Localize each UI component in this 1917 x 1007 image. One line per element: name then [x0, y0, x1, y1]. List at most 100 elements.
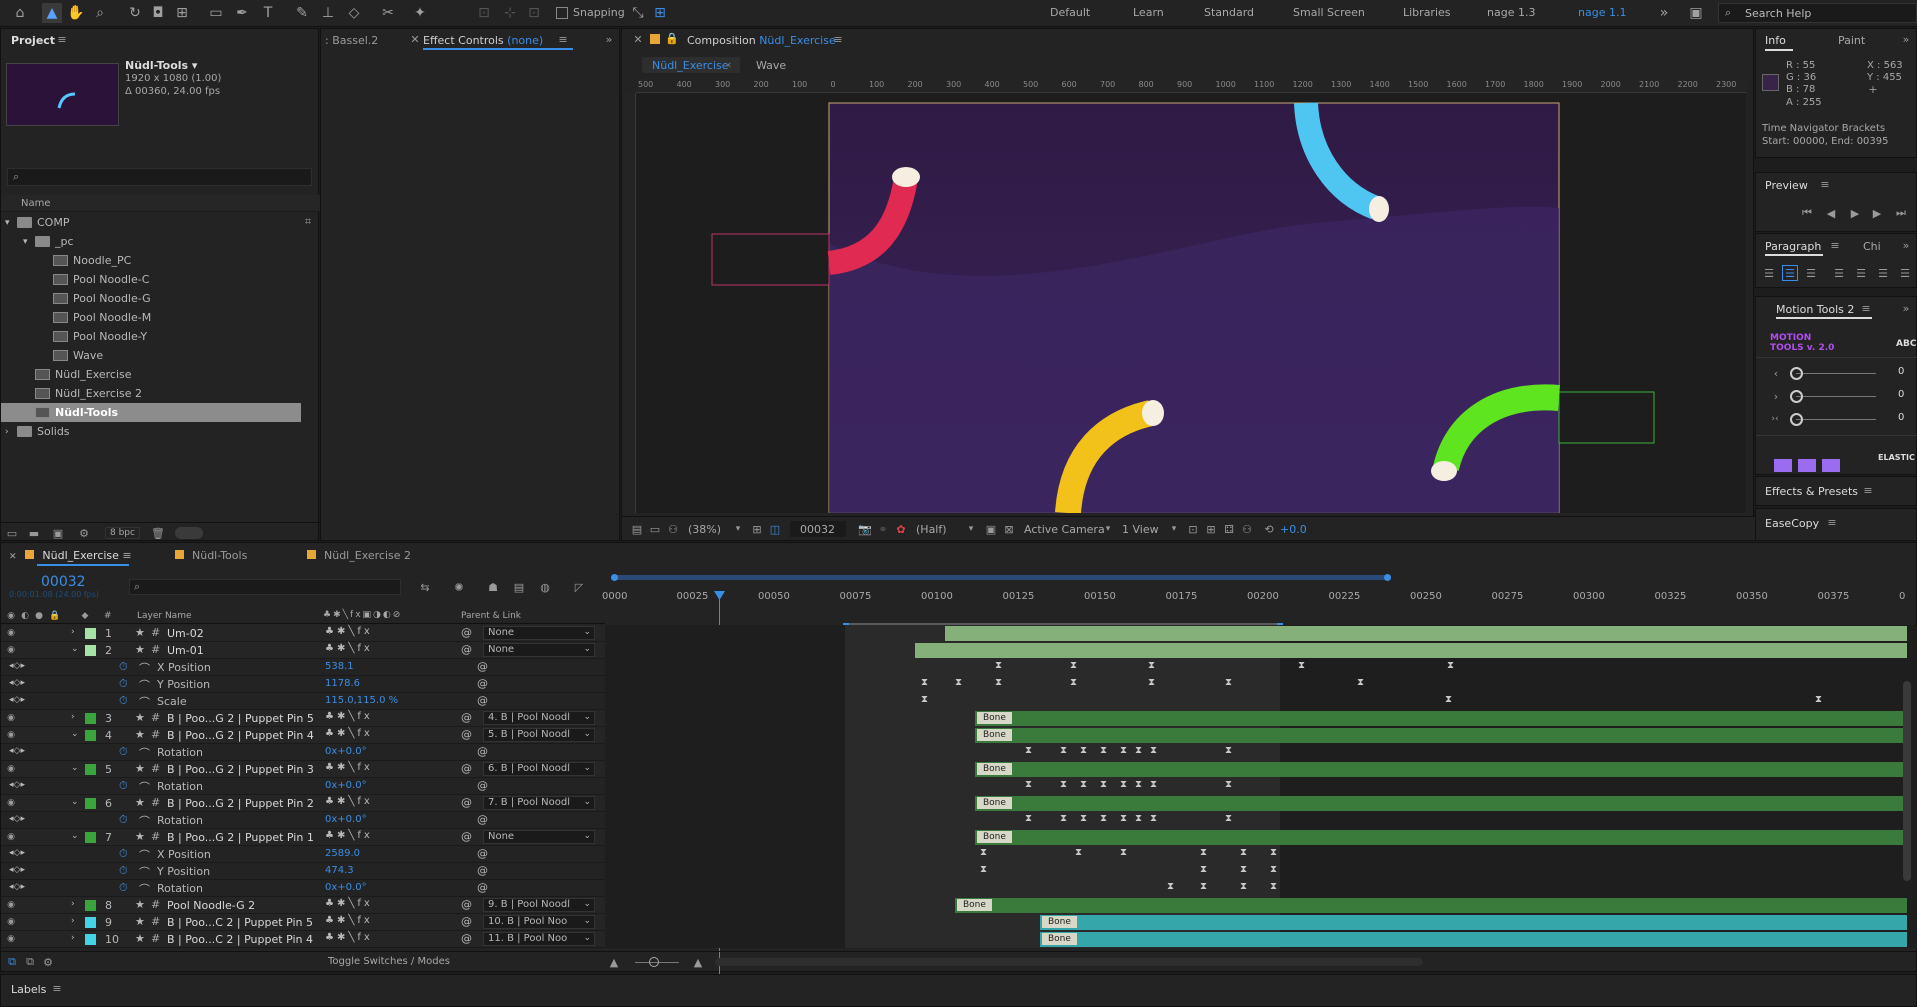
keyframe-icon[interactable]: ⧗ — [1025, 745, 1032, 756]
keyframe-icon[interactable]: ⧗ — [1120, 847, 1127, 858]
keyframe-icon[interactable]: ⧗ — [1060, 779, 1067, 790]
close-tab-icon[interactable]: ✕ — [9, 552, 19, 562]
mask-view-icon[interactable]: ⚇ — [666, 522, 680, 536]
project-item[interactable]: Pool Noodle-G — [1, 289, 320, 308]
graph-icon[interactable]: ⌒ — [139, 881, 150, 897]
layer-switches[interactable]: ♣✱╲fx — [325, 915, 373, 926]
layer-switches-icon[interactable]: ⧉ — [5, 955, 19, 969]
view-layout-dropdown[interactable]: 1 View — [1122, 523, 1159, 536]
layer-switches[interactable]: ♣✱╲fx — [325, 796, 373, 807]
property-row[interactable]: ◂◇▸ ⏱ ⌒ Rotation 0x+0.0° @ — [1, 744, 605, 761]
ease-both-slider-thumb[interactable] — [1790, 413, 1803, 426]
property-value[interactable]: 1178.6 — [325, 678, 360, 689]
parent-dropdown[interactable]: 5. B | Pool Noodl ⌄ — [483, 728, 595, 742]
expression-pickwhip-icon[interactable]: @ — [477, 677, 488, 690]
layer-track[interactable]: Bone — [605, 897, 1917, 914]
preset-button-1[interactable] — [1774, 459, 1792, 472]
keyframe-icon[interactable]: ⧗ — [1270, 847, 1277, 858]
layer-duration-bar[interactable]: Bone — [955, 898, 1907, 913]
stopwatch-icon[interactable]: ⏱ — [119, 864, 128, 878]
zoom-dropdown[interactable]: (38%) — [688, 523, 721, 536]
layer-track[interactable]: Bone — [605, 727, 1917, 744]
layer-name[interactable]: B | Poo...G 2 | Puppet Pin 1 — [167, 831, 314, 844]
next-frame-icon[interactable]: ▶ — [1870, 206, 1884, 220]
keyframe-icon[interactable]: ⧗ — [1150, 745, 1157, 756]
property-value[interactable]: 0x+0.0° — [325, 814, 367, 825]
keyframe-icon[interactable]: ⧗ — [1120, 779, 1127, 790]
project-item[interactable]: › Solids — [1, 422, 320, 441]
tab-effect-controls[interactable]: Effect Controls (none) — [423, 34, 543, 47]
align-left-icon[interactable]: ☰ — [1762, 266, 1776, 280]
keyframe-icon[interactable]: ⧗ — [1815, 694, 1822, 705]
layer-track[interactable]: ⧗ ⧗ ⧗ ⧗ — [605, 863, 1917, 880]
keyframe-icon[interactable]: ⧗ — [1200, 847, 1207, 858]
parent-dropdown[interactable]: None ⌄ — [483, 643, 595, 657]
timeline-scroll-thumb[interactable] — [1903, 681, 1911, 881]
comp-mini-flowchart-icon[interactable]: ⇆ — [417, 579, 433, 595]
ease-out-value[interactable]: 0 — [1898, 389, 1904, 400]
layer-duration-bar[interactable]: Bone — [975, 830, 1907, 845]
type-tool-icon[interactable]: T — [258, 3, 278, 23]
keyframe-icon[interactable]: ⧗ — [1445, 694, 1452, 705]
property-value[interactable]: 474.3 — [325, 865, 354, 876]
keyframe-icon[interactable]: ⧗ — [921, 677, 928, 688]
layer-name[interactable]: B | Poo...G 2 | Puppet Pin 2 — [167, 797, 314, 810]
justify-all-icon[interactable]: ☰ — [1898, 266, 1912, 280]
layer-track[interactable]: Bone — [605, 914, 1917, 931]
workspace-default[interactable]: Default — [1050, 6, 1090, 19]
panel-menu-icon[interactable]: ≡ — [56, 33, 68, 46]
chevron-right-icon[interactable]: › — [71, 899, 75, 909]
eye-icon[interactable]: ◉ — [5, 933, 17, 945]
channel-icon[interactable]: ✿ — [894, 522, 908, 536]
project-item[interactable]: Noodle_PC — [1, 251, 320, 270]
parent-dropdown[interactable]: 6. B | Pool Noodl ⌄ — [483, 762, 595, 776]
layer-label-color[interactable] — [85, 917, 96, 928]
panel-menu-icon[interactable]: ≡ — [1829, 239, 1841, 252]
layer-name[interactable]: Pool Noodle-G 2 — [167, 899, 255, 912]
project-item[interactable]: ▾ COMP — [1, 213, 320, 232]
ease-in-slider-thumb[interactable] — [1790, 367, 1803, 380]
exposure-value[interactable]: +0.0 — [1280, 523, 1307, 536]
align-right-icon[interactable]: ☰ — [1804, 266, 1818, 280]
roi-icon[interactable]: ▣ — [984, 522, 998, 536]
justify-right-icon[interactable]: ☰ — [1876, 266, 1890, 280]
brush-tool-icon[interactable]: ✎ — [292, 3, 312, 23]
timeline-timecode[interactable]: 00032 — [41, 574, 86, 590]
layer-track[interactable]: ⧗ ⧗ ⧗ ⧗ ⧗ ⧗ ⧗ ⧗ — [605, 812, 1917, 829]
panel-menu-icon[interactable]: ≡ — [51, 982, 63, 995]
preset-button-3[interactable] — [1822, 459, 1840, 472]
layer-duration-bar[interactable]: Bone — [975, 728, 1907, 743]
layer-track[interactable]: ⧗ ⧗ ⧗ ⧗ — [605, 880, 1917, 897]
layer-name[interactable]: Um-01 — [167, 644, 204, 657]
keyframe-icon[interactable]: ⧗ — [1240, 847, 1247, 858]
new-folder-icon[interactable]: ▬ — [27, 526, 41, 540]
layer-label-color[interactable] — [85, 934, 96, 945]
layer-label-color[interactable] — [85, 798, 96, 809]
layer-name[interactable]: Um-02 — [167, 627, 204, 640]
chevron-down-icon[interactable]: ⌄ — [71, 797, 79, 807]
keyframe-icon[interactable]: ⧗ — [1080, 779, 1087, 790]
keyframe-nav-icon[interactable]: ◂◇▸ — [9, 814, 25, 824]
layer-duration-bar[interactable]: Bone — [1040, 915, 1907, 930]
time-navigator-end-handle[interactable] — [1384, 574, 1391, 581]
thumbnail-slider[interactable] — [175, 527, 203, 539]
camera-dropdown[interactable]: Active Camera — [1024, 523, 1105, 536]
layer-label-color[interactable] — [85, 713, 96, 724]
keyframe-icon[interactable]: ⧗ — [1120, 745, 1127, 756]
panel-menu-icon[interactable]: ≡ — [119, 549, 131, 562]
chevron-down-icon[interactable]: ⌄ — [71, 831, 79, 841]
ease-in-icon[interactable]: ‹ — [1770, 367, 1782, 380]
align-center-icon[interactable]: ☰ — [1782, 265, 1798, 281]
panel-menu-icon[interactable]: ≡ — [1819, 178, 1831, 191]
in-out-icon[interactable]: ⚙ — [41, 955, 55, 969]
keyframe-icon[interactable]: ⧗ — [1148, 677, 1155, 688]
close-tab-icon[interactable]: ✕ — [632, 33, 644, 46]
more-workspaces-icon[interactable]: » — [1654, 3, 1674, 23]
layer-row[interactable]: ◉ ⌄ 7 ★ # B | Poo...G 2 | Puppet Pin 1 ♣✱╲fx @ N… — [1, 829, 605, 846]
ease-out-slider-track[interactable] — [1796, 396, 1876, 397]
layer-label-color[interactable] — [85, 764, 96, 775]
stopwatch-icon[interactable]: ⏱ — [119, 660, 128, 674]
tab-composition[interactable]: Composition Nüdl_Exercise — [687, 34, 836, 47]
timeline-icon[interactable]: ⚃ — [1222, 522, 1236, 536]
project-item[interactable]: Nüdl-Tools — [1, 403, 301, 422]
